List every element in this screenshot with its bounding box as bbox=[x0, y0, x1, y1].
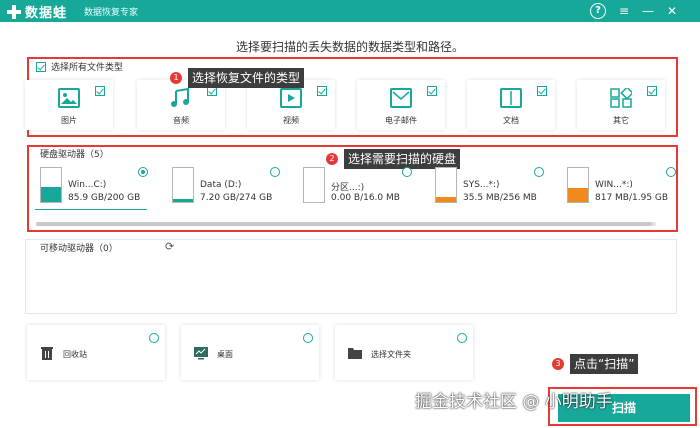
video-icon bbox=[280, 88, 302, 108]
folder-icon bbox=[348, 348, 362, 359]
select-all-file-types[interactable]: 选择所有文件类型 bbox=[36, 60, 123, 73]
file-type-label: 其它 bbox=[613, 116, 629, 125]
minimize-button[interactable]: — bbox=[640, 3, 656, 19]
file-type-label: 视频 bbox=[283, 116, 299, 125]
menu-button[interactable]: ≡ bbox=[616, 3, 632, 19]
recycle-bin-icon bbox=[41, 347, 53, 360]
drive-radio[interactable] bbox=[402, 167, 412, 177]
refresh-icon[interactable]: ⟳ bbox=[165, 240, 174, 253]
drive-size: 7.20 GB/274 GB bbox=[200, 193, 273, 203]
drive-name: SYS...*:) bbox=[463, 180, 500, 190]
title-bar: 数据蛙 数据恢复专家 ? ≡ — ✕ bbox=[0, 0, 700, 22]
location-radio[interactable] bbox=[149, 333, 159, 343]
drive-name: WIN...*:) bbox=[595, 180, 633, 190]
drive-radio[interactable] bbox=[666, 167, 676, 177]
app-name: 数据蛙 bbox=[25, 6, 68, 21]
file-type-card-document[interactable]: 文档 bbox=[467, 80, 555, 130]
help-button[interactable]: ? bbox=[590, 3, 606, 19]
location-recycle-bin[interactable]: 回收站 bbox=[27, 325, 165, 380]
drive-name: Win...C:) bbox=[68, 180, 107, 190]
location-label: 桌面 bbox=[217, 350, 233, 359]
location-select-folder[interactable]: 选择文件夹 bbox=[335, 325, 473, 380]
file-type-card-email[interactable]: 电子邮件 bbox=[357, 80, 445, 130]
drive-usage-fill bbox=[173, 198, 193, 202]
location-label: 选择文件夹 bbox=[371, 350, 411, 359]
removable-drives-panel bbox=[25, 239, 677, 314]
drive-name: Data (D:) bbox=[200, 180, 242, 190]
step-badge-3: 3 bbox=[552, 358, 564, 370]
drive-usage-fill bbox=[436, 197, 456, 202]
file-type-label: 图片 bbox=[61, 116, 77, 125]
hard-drive-icon bbox=[435, 167, 457, 203]
drive-size: 35.5 MB/256 MB bbox=[463, 193, 537, 203]
file-type-checkbox[interactable] bbox=[647, 86, 657, 96]
drive-radio[interactable] bbox=[534, 167, 544, 177]
watermark-text: 掘金技术社区 @ 小明助手 bbox=[415, 392, 613, 412]
drive-usage-fill bbox=[568, 187, 588, 202]
other-icon bbox=[610, 86, 634, 108]
drives-scrollbar[interactable] bbox=[36, 222, 656, 226]
selected-drive-underline bbox=[35, 209, 147, 210]
callout-select-file-types: 选择恢复文件的类型 bbox=[188, 68, 305, 88]
file-type-card-other[interactable]: 其它 bbox=[577, 80, 665, 130]
drives-scrollbar-thumb[interactable] bbox=[36, 222, 652, 226]
drive-size: 817 MB/1.95 GB bbox=[595, 193, 669, 203]
file-type-label: 电子邮件 bbox=[385, 116, 417, 125]
drive-size: 85.9 GB/200 GB bbox=[68, 193, 141, 203]
step-badge-1: 1 bbox=[170, 72, 182, 84]
image-icon bbox=[58, 88, 80, 108]
step-badge-2: 2 bbox=[326, 153, 338, 165]
drive-size: 0.00 B/16.0 MB bbox=[331, 193, 400, 203]
drive-radio[interactable] bbox=[138, 167, 148, 177]
desktop-icon bbox=[194, 347, 208, 360]
file-type-checkbox[interactable] bbox=[427, 86, 437, 96]
file-type-label: 文档 bbox=[503, 116, 519, 125]
location-desktop[interactable]: 桌面 bbox=[181, 325, 319, 380]
hard-drives-title: 硬盘驱动器（5） bbox=[40, 150, 109, 160]
app-logo: 数据蛙 bbox=[6, 2, 67, 21]
close-button[interactable]: ✕ bbox=[664, 3, 680, 19]
hard-drive-icon bbox=[172, 167, 194, 203]
app-subtitle: 数据恢复专家 bbox=[84, 8, 139, 18]
hard-drive-icon bbox=[567, 167, 589, 203]
plus-logo-icon bbox=[6, 4, 22, 20]
select-all-label: 选择所有文件类型 bbox=[51, 63, 124, 73]
music-icon bbox=[170, 87, 192, 108]
drive-radio[interactable] bbox=[270, 167, 280, 177]
location-radio[interactable] bbox=[303, 333, 313, 343]
instruction-text: 选择要扫描的丢失数据的数据类型和路径。 bbox=[235, 40, 464, 54]
removable-drives-title: 可移动驱动器（0） bbox=[40, 244, 118, 254]
callout-click-scan: 点击“扫描” bbox=[570, 354, 639, 374]
file-type-checkbox[interactable] bbox=[95, 86, 105, 96]
location-radio[interactable] bbox=[457, 333, 467, 343]
select-all-checkbox[interactable] bbox=[36, 61, 46, 72]
drive-usage-fill bbox=[41, 187, 61, 202]
drive-name: 分区...:) bbox=[331, 183, 365, 193]
hard-drive-icon bbox=[303, 167, 325, 203]
hard-drive-icon bbox=[40, 167, 62, 203]
file-type-label: 音频 bbox=[173, 116, 189, 125]
file-type-checkbox[interactable] bbox=[317, 86, 327, 96]
location-label: 回收站 bbox=[63, 350, 87, 359]
email-icon bbox=[390, 88, 412, 108]
document-icon bbox=[500, 88, 522, 108]
file-type-checkbox[interactable] bbox=[537, 86, 547, 96]
file-type-card-image[interactable]: 图片 bbox=[25, 80, 113, 130]
